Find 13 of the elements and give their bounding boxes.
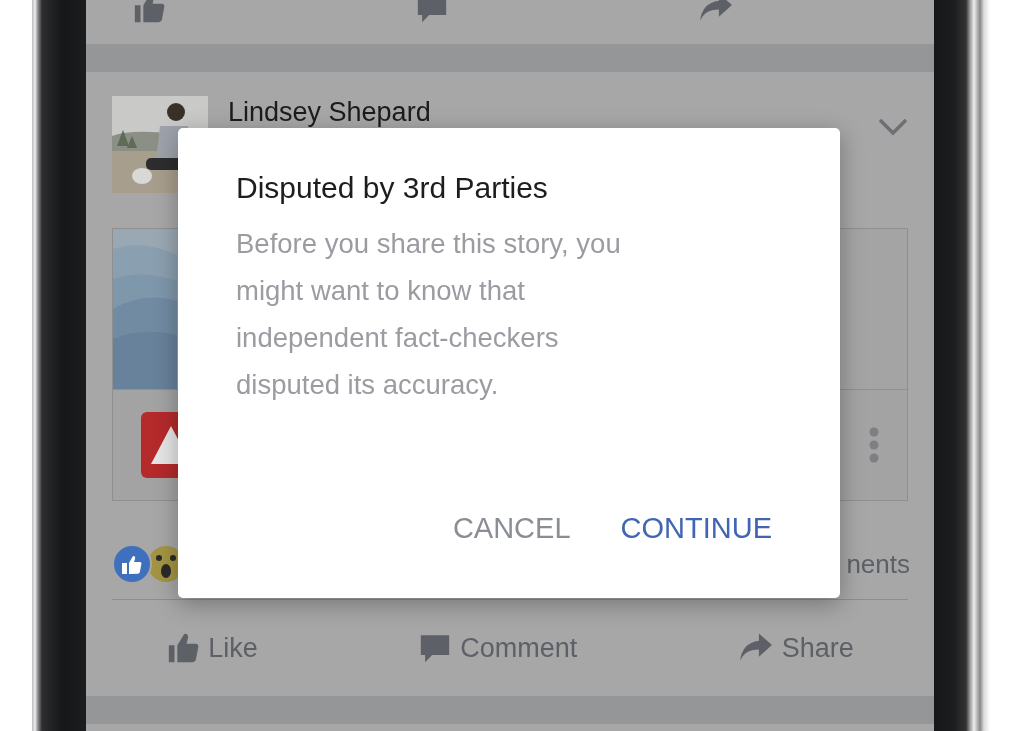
dialog-title: Disputed by 3rd Parties [236,170,549,206]
dialog-message: Before you share this story, you might want to know that independent fact-checkers disputed its accuracy. [236,227,622,402]
thumbs-up-icon [132,0,167,25]
thumbs-up-icon [166,631,201,665]
cancel-button[interactable]: CANCEL [442,506,581,550]
continue-button[interactable]: CONTINUE [610,506,782,550]
more-options-icon[interactable] [869,427,879,463]
action-button[interactable]: Comment [418,627,578,669]
chevron-down-icon[interactable] [878,118,908,136]
action-button[interactable]: Share [737,627,854,669]
comments-count[interactable]: nents [846,544,910,584]
action-button[interactable]: Like [166,627,258,669]
speech-bubble-icon [415,0,449,25]
